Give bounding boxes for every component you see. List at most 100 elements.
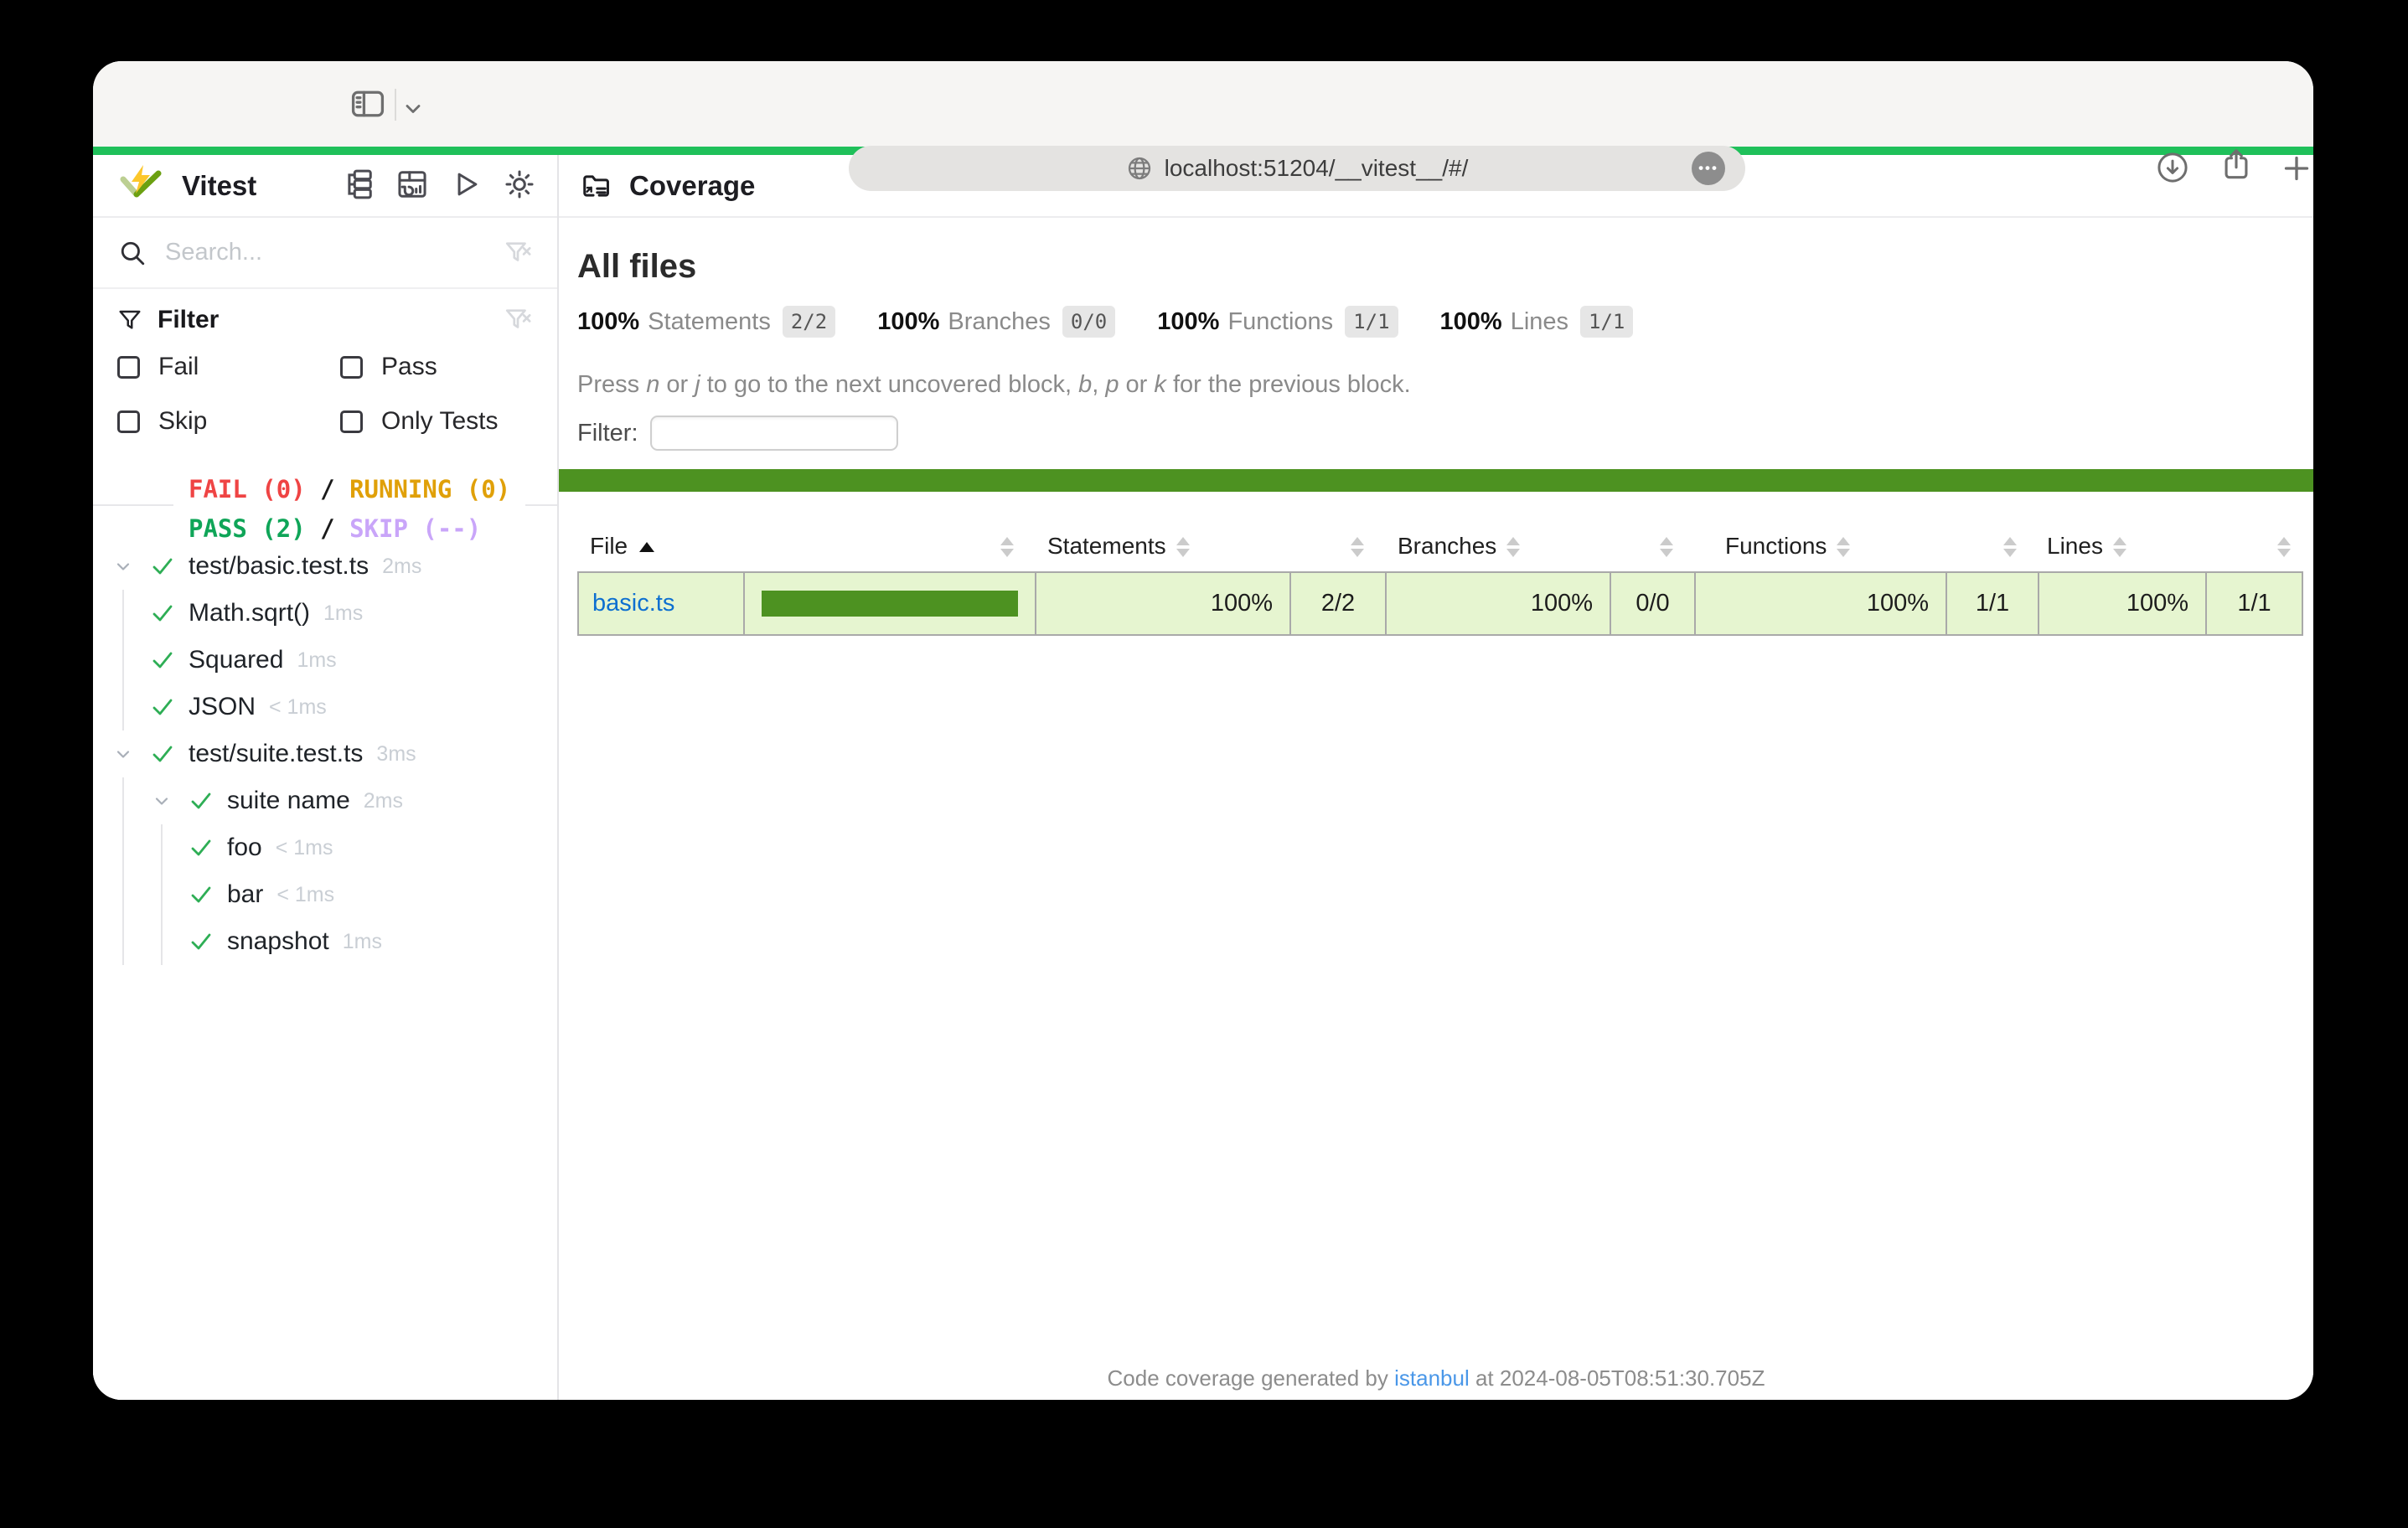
skip-count: SKIP (--) <box>349 514 481 543</box>
test-case-row[interactable]: snapshot 1ms <box>93 918 557 965</box>
tree-guideline <box>122 777 124 965</box>
test-case-row[interactable]: foo < 1ms <box>93 824 557 871</box>
statements-column-header[interactable]: Statements <box>1036 520 1290 572</box>
branches-column-header[interactable]: Branches <box>1386 520 1610 572</box>
chart-column-sorter[interactable] <box>744 520 1036 572</box>
test-duration: 1ms <box>297 648 336 673</box>
istanbul-link[interactable]: istanbul <box>1394 1365 1470 1391</box>
test-label: foo <box>227 834 262 862</box>
coverage-table: File Statements Branches Functions Lines <box>577 520 2303 636</box>
file-column-header[interactable]: File <box>578 520 744 572</box>
functions-metric: 100% Functions 1/1 <box>1157 306 1398 338</box>
check-pass-icon <box>189 788 214 813</box>
file-cell: basic.ts <box>578 572 744 635</box>
tree-guideline <box>122 590 124 730</box>
checkbox-icon[interactable] <box>340 410 363 433</box>
theme-toggle-button[interactable] <box>504 168 535 203</box>
lines-raw-cell: 1/1 <box>2206 572 2302 635</box>
branches-pct-cell: 100% <box>1386 572 1610 635</box>
filter-pass-option[interactable]: Pass <box>340 353 532 381</box>
sorter-icon <box>2277 537 2291 557</box>
branches-raw-sorter[interactable] <box>1610 520 1695 572</box>
page-title: Coverage <box>629 170 755 202</box>
file-link[interactable]: basic.ts <box>592 590 674 617</box>
share-button[interactable] <box>2218 147 2255 183</box>
test-file-row[interactable]: test/suite.test.ts 3ms <box>93 730 557 777</box>
plus-icon <box>2280 152 2313 185</box>
branches-metric: 100% Branches 0/0 <box>877 306 1115 338</box>
filter-only-tests-option[interactable]: Only Tests <box>340 407 532 436</box>
clear-filters-icon[interactable] <box>504 306 532 334</box>
checkbox-icon[interactable] <box>340 356 363 379</box>
lines-column-header[interactable]: Lines <box>2039 520 2206 572</box>
filter-fail-option[interactable]: Fail <box>117 353 340 381</box>
statements-pct-cell: 100% <box>1036 572 1290 635</box>
funnel-icon <box>117 307 142 333</box>
chevron-expander-icon[interactable] <box>113 744 133 764</box>
coverage-report-icon <box>581 170 612 202</box>
tree-guideline <box>161 824 163 965</box>
chevron-down-icon <box>401 97 425 121</box>
coverage-filter-input[interactable] <box>650 416 898 451</box>
lines-raw-sorter[interactable] <box>2206 520 2302 572</box>
coverage-table-row: basic.ts 100% 2/2 100% 0/0 100% 1/1 100%… <box>578 572 2302 635</box>
lines-metric: 100% Lines 1/1 <box>1440 306 1634 338</box>
address-bar[interactable]: localhost:51204/__vitest__/#/ ••• <box>849 146 1745 191</box>
run-all-button[interactable] <box>450 168 482 203</box>
checkbox-icon[interactable] <box>117 410 140 433</box>
test-case-row[interactable]: Math.sqrt() 1ms <box>93 590 557 637</box>
clear-search-filter-icon[interactable] <box>504 239 532 267</box>
functions-raw-cell: 1/1 <box>1946 572 2039 635</box>
test-label: Squared <box>189 646 283 674</box>
check-pass-icon <box>150 694 175 720</box>
functions-raw-sorter[interactable] <box>1946 520 2039 572</box>
sorter-icon <box>1660 537 1673 557</box>
new-tab-button[interactable] <box>2280 152 2313 185</box>
sidebar-menu-chevron[interactable] <box>401 97 425 121</box>
sidebar-toggle-button[interactable] <box>349 85 386 122</box>
chevron-expander-icon[interactable] <box>113 556 133 576</box>
checkbox-label: Only Tests <box>381 407 499 436</box>
running-count: RUNNING (0) <box>349 475 510 503</box>
functions-column-header[interactable]: Functions <box>1695 520 1946 572</box>
test-label: JSON <box>189 693 256 721</box>
coverage-timestamp: 2024-08-05T08:51:30.705Z <box>1500 1365 1765 1391</box>
chevron-expander-icon[interactable] <box>152 791 172 811</box>
filter-skip-option[interactable]: Skip <box>117 407 340 436</box>
functions-fraction-badge: 1/1 <box>1345 306 1398 338</box>
branches-fraction-badge: 0/0 <box>1062 306 1115 338</box>
sorter-icon <box>1506 537 1520 557</box>
checkbox-icon[interactable] <box>117 356 140 379</box>
test-run-summary: FAIL (0) / RUNNING (0) PASS (2) / SKIP (… <box>173 467 525 552</box>
statements-metric: 100% Statements 2/2 <box>577 306 835 338</box>
sorter-icon <box>1837 537 1850 557</box>
dashboard-button[interactable] <box>396 168 428 203</box>
test-duration: 3ms <box>376 742 416 767</box>
tree-view-button[interactable] <box>343 168 375 203</box>
test-case-row[interactable]: JSON < 1ms <box>93 684 557 730</box>
sorter-icon <box>1351 537 1364 557</box>
functions-pct-cell: 100% <box>1695 572 1946 635</box>
downloads-button[interactable] <box>2155 150 2190 185</box>
lines-fraction-badge: 1/1 <box>1580 306 1633 338</box>
sorter-icon <box>1000 537 1014 557</box>
statements-raw-sorter[interactable] <box>1290 520 1386 572</box>
test-tree: test/basic.test.ts 2ms Math.sqrt() 1ms <box>93 506 557 965</box>
statements-fraction-badge: 2/2 <box>783 306 835 338</box>
search-icon <box>118 239 147 267</box>
main-panel: Coverage All files 100% Statements 2/2 1… <box>559 155 2313 1400</box>
globe-icon <box>1126 155 1153 182</box>
test-case-row[interactable]: Squared 1ms <box>93 637 557 684</box>
vitest-logo-icon <box>118 163 163 208</box>
test-duration: < 1ms <box>269 695 327 720</box>
summary-line-2: PASS (2) / SKIP (--) <box>189 509 510 549</box>
page-settings-button[interactable]: ••• <box>1692 152 1725 185</box>
test-suite-row[interactable]: suite name 2ms <box>93 777 557 824</box>
browser-window: localhost:51204/__vitest__/#/ ••• <box>93 61 2313 1400</box>
all-files-heading: All files <box>577 248 2313 286</box>
test-label: suite name <box>227 787 350 815</box>
test-case-row[interactable]: bar < 1ms <box>93 871 557 918</box>
coverage-filter-label: Filter: <box>577 420 638 447</box>
test-label: Math.sqrt() <box>189 599 310 627</box>
search-input[interactable] <box>165 239 504 266</box>
